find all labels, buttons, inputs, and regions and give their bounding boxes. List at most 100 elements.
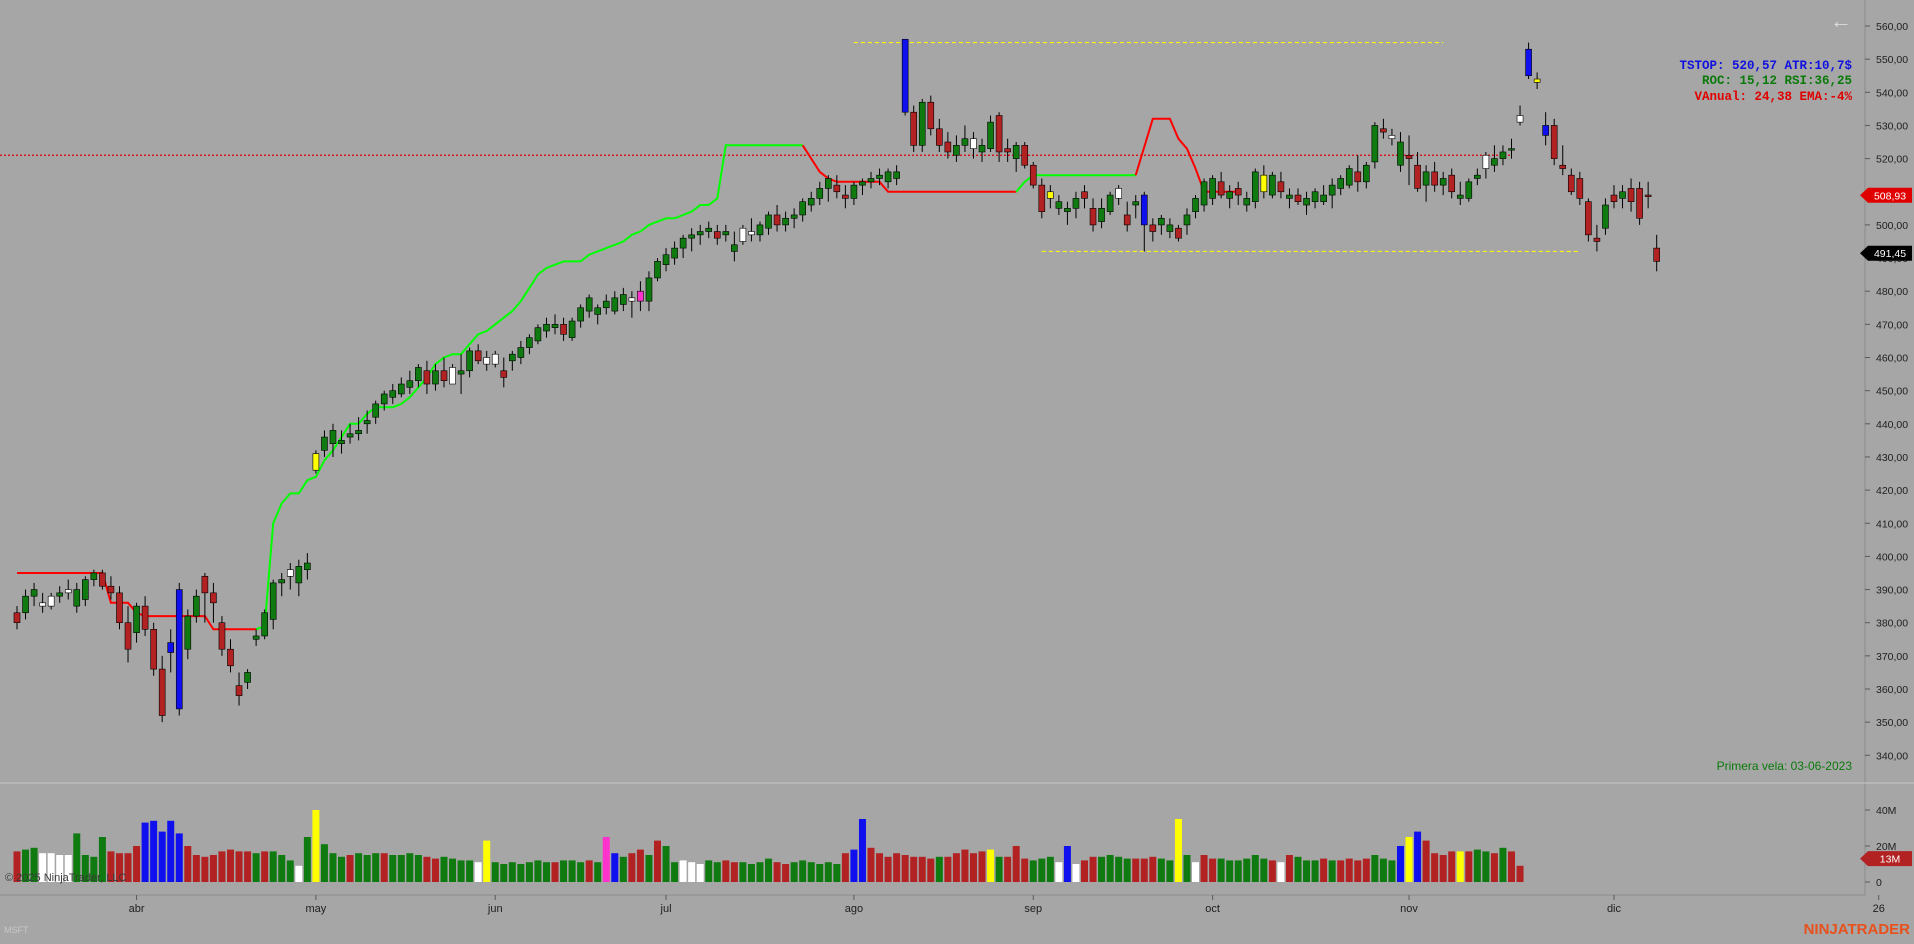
candle-body: [278, 579, 286, 584]
candle-body: [372, 403, 379, 418]
candle-body: [1012, 145, 1020, 159]
candle-body: [705, 227, 713, 232]
volume-bar-165: [1422, 840, 1430, 882]
candle-body: [953, 145, 960, 156]
candle-body: [133, 605, 140, 633]
time-tick-label: sep: [1024, 903, 1042, 915]
candle-body: [1567, 174, 1575, 193]
candle-body: [1106, 194, 1114, 212]
volume-bar-114: [987, 849, 995, 882]
volume-bar-129: [1115, 856, 1123, 882]
candle-body: [380, 393, 388, 405]
price-tick-label: 400,00: [1876, 551, 1908, 563]
volume-bar-78: [679, 860, 687, 882]
volume-bar-79: [688, 862, 696, 882]
volume-bar-154: [1328, 860, 1336, 882]
candle-body: [568, 320, 576, 338]
candle-body: [739, 227, 747, 242]
volume-tick-label: 40M: [1876, 805, 1896, 817]
time-tick-label: 26: [1873, 903, 1885, 915]
volume-bar-126: [1089, 856, 1097, 882]
candle-body: [517, 347, 525, 358]
candle-body: [218, 622, 226, 650]
volume-bar-131: [1132, 858, 1140, 882]
volume-bar-175: [1508, 851, 1515, 882]
candle-body: [679, 237, 687, 249]
volume-bar-155: [1337, 860, 1345, 882]
volume-bar-121: [1046, 856, 1054, 882]
candle-body: [671, 247, 678, 259]
candle-body: [1243, 198, 1251, 206]
price-marker-0: 508,93: [1860, 187, 1912, 203]
volume-bar-32: [286, 860, 294, 882]
candle-body: [39, 602, 46, 607]
volume-bar-20: [184, 846, 192, 882]
volume-bar-37: [329, 853, 337, 882]
back-arrow-icon[interactable]: ←: [1830, 8, 1852, 33]
candle-body: [1149, 224, 1157, 232]
volume-bar-83: [722, 860, 730, 882]
candle-body: [449, 367, 456, 385]
candle-body: [1029, 164, 1037, 186]
volume-bar-74: [645, 855, 653, 882]
candle-body: [1200, 181, 1208, 206]
candle-body: [1269, 174, 1276, 196]
volume-bar-38: [338, 856, 346, 882]
candle-body: [261, 612, 268, 637]
volume-bar-81: [705, 860, 713, 882]
volume-bar-110: [952, 853, 960, 882]
volume-bar-65: [568, 860, 576, 882]
volume-bar-70: [611, 853, 619, 882]
price-tick-label: 460,00: [1876, 353, 1908, 365]
candle-body: [406, 380, 414, 388]
volume-bar-138: [1192, 862, 1200, 882]
time-tick-label: jul: [660, 903, 672, 915]
volume-bar-67: [585, 860, 593, 882]
candle-body: [304, 562, 311, 570]
volume-bar-94: [816, 864, 824, 882]
volume-bar-139: [1200, 855, 1208, 882]
candle-body: [1303, 198, 1310, 206]
volume-bar-50: [440, 856, 448, 882]
volume-bar-163: [1405, 837, 1413, 882]
candle-body: [1388, 135, 1396, 140]
candle-body: [1371, 125, 1379, 163]
candle-body: [1345, 168, 1353, 186]
price-tick-label: 440,00: [1876, 419, 1908, 431]
candle-body: [312, 453, 320, 471]
candle-body: [859, 181, 866, 186]
candle-body: [1482, 154, 1490, 169]
volume-bar-101: [876, 853, 884, 882]
candle-body: [329, 430, 337, 444]
volume-bar-34: [303, 837, 311, 882]
candle-body: [1337, 178, 1344, 189]
candle-body: [543, 324, 550, 332]
volume-bar-29: [261, 851, 269, 882]
volume-bar-56: [491, 862, 499, 882]
candle-body: [73, 589, 81, 607]
volume-bar-107: [927, 858, 935, 882]
candle-body: [1166, 224, 1174, 232]
candle-body: [286, 569, 294, 577]
candle-12: [116, 586, 123, 630]
candle-body: [1081, 191, 1088, 199]
candle-body: [978, 145, 986, 153]
candle-body: [577, 307, 584, 322]
volume-bar-24: [218, 851, 226, 882]
volume-bar-84: [730, 862, 738, 882]
candle-body: [47, 595, 55, 607]
volume-bar-141: [1217, 858, 1225, 882]
candle-119: [1029, 161, 1037, 189]
price-tick-label: 550,00: [1876, 54, 1908, 66]
candle-body: [867, 178, 875, 183]
volume-bar-90: [782, 864, 790, 882]
candle-body: [961, 138, 969, 146]
candle-body: [500, 370, 508, 378]
candle-body: [1004, 148, 1011, 153]
candle-body: [1499, 151, 1507, 159]
volume-bar-168: [1448, 851, 1456, 882]
candle-body: [1226, 191, 1233, 199]
chart-root: 340,00 350,00 360,00 370,00 380,00 390,00 400,…: [0, 0, 1914, 939]
volume-bar-41: [363, 855, 371, 882]
volume-bar-137: [1183, 855, 1191, 882]
